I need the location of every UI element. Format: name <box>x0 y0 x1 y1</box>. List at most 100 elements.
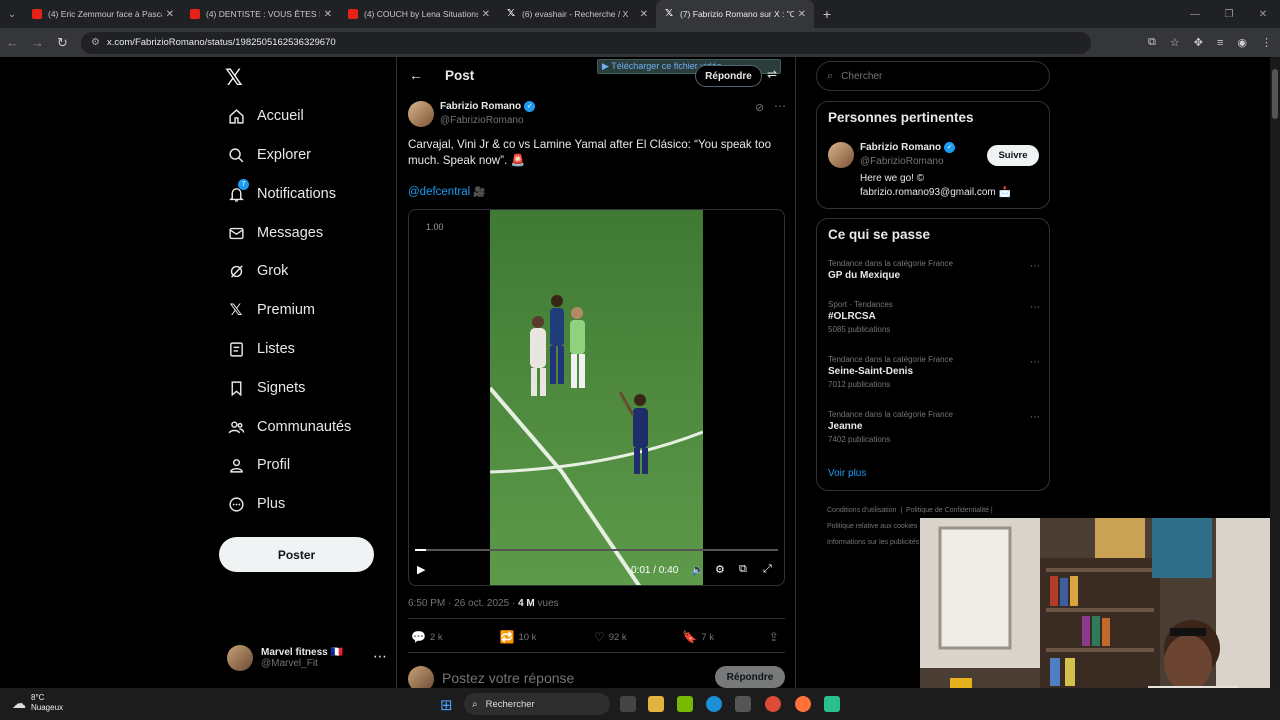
share-action[interactable]: ⇪ <box>769 630 783 644</box>
browser-tab-active[interactable]: 𝕏 (7) Fabrizio Romano sur X : "Car ✕ <box>656 0 814 28</box>
reply-action[interactable]: 💬 2 k <box>411 630 499 644</box>
store-icon[interactable] <box>735 696 751 712</box>
video-progress-bar[interactable] <box>415 549 778 551</box>
follow-button[interactable]: Suivre <box>987 145 1039 166</box>
more-icon[interactable]: ⋯ <box>373 648 387 665</box>
trend-count: 7402 publications <box>828 435 891 444</box>
play-icon[interactable]: ▶ <box>417 563 425 576</box>
app-icon[interactable] <box>824 696 840 712</box>
more-icon[interactable]: ⋯ <box>1030 261 1040 272</box>
reload-icon[interactable]: ↻ <box>50 35 75 51</box>
nav-messages[interactable]: Messages <box>227 218 323 248</box>
close-icon[interactable]: ✕ <box>166 9 174 20</box>
nav-communities[interactable]: Communautés <box>227 412 351 442</box>
avatar[interactable] <box>408 101 434 127</box>
cloud-icon: ☁ <box>12 694 26 711</box>
page-scrollbar[interactable] <box>1270 57 1280 688</box>
avatar[interactable] <box>828 142 854 168</box>
site-info-icon[interactable]: ⚙ <box>91 37 100 48</box>
tab-list-button[interactable]: ⌄ <box>0 0 24 28</box>
forward-icon[interactable]: → <box>25 35 50 50</box>
menu-icon[interactable]: ⋮ <box>1261 36 1272 49</box>
volume-icon[interactable]: 🔈 <box>691 563 705 576</box>
nav-more[interactable]: Plus <box>227 489 285 519</box>
profile-icon[interactable]: ◉ <box>1237 36 1247 49</box>
nvidia-icon[interactable] <box>677 696 693 712</box>
trend-item[interactable]: Tendance dans la catégorie France Seine-… <box>828 355 1040 389</box>
mention-link[interactable]: @defcentral 🎥 <box>408 186 486 198</box>
video-frame[interactable] <box>490 210 703 585</box>
relevant-name[interactable]: Fabrizio Romano ✓ <box>860 142 956 153</box>
task-view-icon[interactable] <box>620 696 636 712</box>
file-explorer-icon[interactable] <box>648 696 664 712</box>
more-icon[interactable]: ⋯ <box>774 99 786 113</box>
tweet-author[interactable]: Fabrizio Romano ✓ <box>440 101 536 112</box>
reading-list-icon[interactable]: ≡ <box>1217 37 1223 49</box>
extensions-icon[interactable]: ✥ <box>1194 36 1203 49</box>
edge-icon[interactable] <box>706 696 722 712</box>
firefox-icon[interactable] <box>795 696 811 712</box>
more-icon[interactable]: ⋯ <box>1030 357 1040 368</box>
more-icon[interactable]: ⋯ <box>1030 412 1040 423</box>
nav-home[interactable]: Accueil <box>227 101 304 131</box>
tab-title: (4) COUCH by Lena Situations <box>364 9 478 19</box>
scrollbar-thumb[interactable] <box>1272 69 1278 119</box>
close-icon[interactable]: ✕ <box>798 9 806 20</box>
back-icon[interactable]: ← <box>0 35 25 50</box>
video-player[interactable]: 1.00 ▶ 0:01 / 0:40 🔈 ⚙ ⧉ ⤢ <box>408 209 785 586</box>
more-icon[interactable]: ⋯ <box>1030 302 1040 313</box>
close-icon[interactable]: ✕ <box>482 9 490 20</box>
browser-tab[interactable]: (4) COUCH by Lena Situations ✕ <box>340 0 498 28</box>
retweet-action[interactable]: 🔁 10 k <box>499 630 593 644</box>
reply-input[interactable]: Postez votre réponse <box>442 670 574 686</box>
bookmark-star-icon[interactable]: ☆ <box>1170 36 1180 49</box>
browser-tab[interactable]: (4) DENTISTE : VOUS ÊTES SALE ✕ <box>182 0 340 28</box>
trend-count: 5085 publications <box>828 325 891 334</box>
weather-widget[interactable]: ☁ 8°C Nuageux <box>12 693 63 713</box>
browser-tab[interactable]: 𝕏 (6) evashair - Recherche / X ✕ <box>498 0 656 28</box>
chrome-icon[interactable] <box>765 696 781 712</box>
nav-profile[interactable]: Profil <box>227 450 290 480</box>
see-more-link[interactable]: Voir plus <box>828 468 866 479</box>
nav-grok[interactable]: Grok <box>227 256 288 286</box>
nav-bookmarks[interactable]: Signets <box>227 373 305 403</box>
terms-link[interactable]: Conditions d'utilisation <box>827 507 896 514</box>
search-icon: ⌕ <box>472 698 478 710</box>
close-window-icon[interactable]: ✕ <box>1246 9 1280 20</box>
taskbar-search[interactable]: ⌕ Rechercher <box>464 693 610 715</box>
settings-gear-icon[interactable]: ⚙ <box>715 563 725 576</box>
minimize-icon[interactable]: — <box>1178 9 1212 20</box>
post-button[interactable]: Poster <box>219 537 374 572</box>
grok-icon[interactable]: ⊘ <box>755 101 764 114</box>
reply-composer: Postez votre réponse Répondre <box>408 664 785 688</box>
trend-item[interactable]: Tendance dans la catégorie France Jeanne… <box>828 410 1040 444</box>
install-app-icon[interactable]: ⧉ <box>1148 36 1156 49</box>
x-logo-icon[interactable]: 𝕏 <box>225 65 243 91</box>
back-arrow-icon[interactable]: ← <box>409 67 423 83</box>
picture-in-picture-icon[interactable]: ⧉ <box>739 563 747 576</box>
like-action[interactable]: ♡ 92 k <box>594 630 682 644</box>
close-icon[interactable]: ✕ <box>324 9 332 20</box>
nav-lists[interactable]: Listes <box>227 334 295 364</box>
privacy-link[interactable]: Politique de Confidentialité <box>906 507 989 514</box>
header-reply-button[interactable]: Répondre <box>695 65 762 87</box>
tweet-timestamp[interactable]: 6:50 PM · 26 oct. 2025 · <box>408 598 518 609</box>
windows-start-icon[interactable]: ⊞ <box>440 696 453 714</box>
url-field[interactable]: ⚙ x.com/FabrizioRomano/status/1982505162… <box>81 31 1091 54</box>
bookmark-action[interactable]: 🔖 7 k <box>682 630 769 644</box>
author-handle[interactable]: @FabrizioRomano <box>440 115 524 126</box>
fullscreen-icon[interactable]: ⤢ <box>763 563 772 576</box>
account-switcher[interactable]: Marvel fitness 🇫🇷 @Marvel_Fit ⋯ <box>227 642 387 674</box>
nav-notifications[interactable]: 7 Notifications <box>227 179 336 209</box>
browser-tab[interactable]: (4) Eric Zemmour face à Pascal ✕ <box>24 0 182 28</box>
nav-explore[interactable]: Explorer <box>227 140 311 170</box>
close-icon[interactable]: ✕ <box>640 9 648 20</box>
trend-item[interactable]: Sport · Tendances #OLRCSA 5085 publicati… <box>828 300 1040 334</box>
maximize-icon[interactable]: ❐ <box>1212 9 1246 20</box>
nav-premium[interactable]: 𝕏 Premium <box>227 295 315 325</box>
search-input[interactable]: ⌕ Chercher <box>816 61 1050 91</box>
reply-submit-button[interactable]: Répondre <box>715 666 785 688</box>
trend-item[interactable]: Tendance dans la catégorie France GP du … <box>828 259 1040 281</box>
new-tab-button[interactable]: + <box>814 6 840 22</box>
sliders-icon[interactable]: ⇌ <box>767 67 777 81</box>
